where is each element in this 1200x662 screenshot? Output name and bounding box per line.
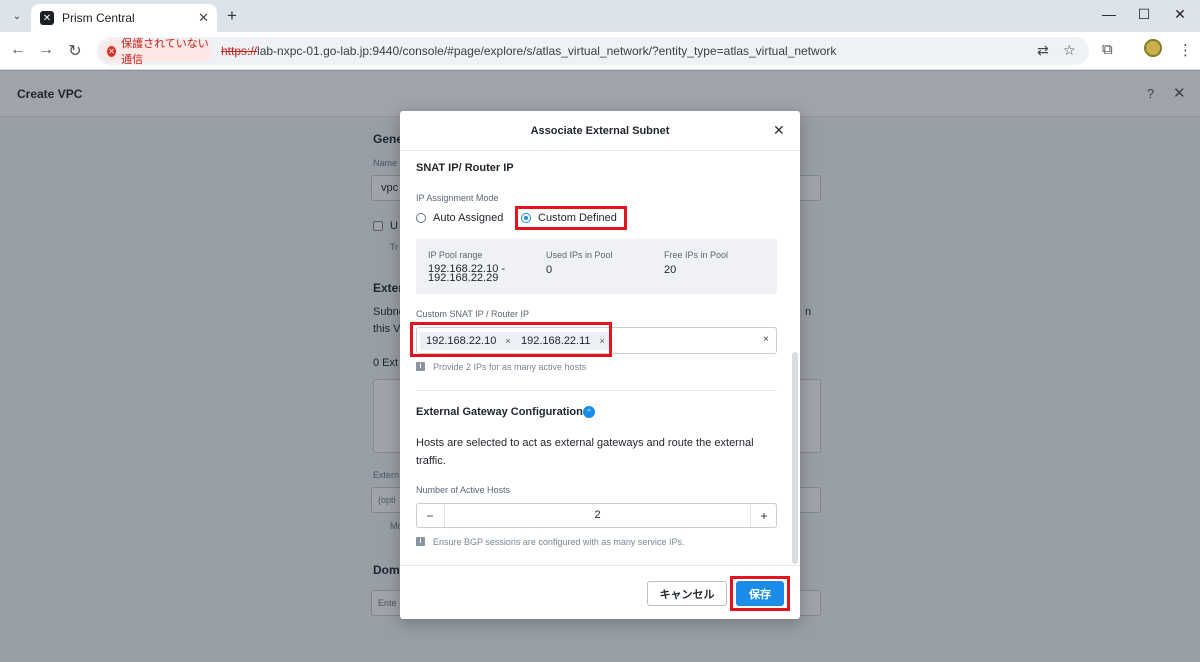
url-rest: lab-nxpc-01.go-lab.jp:9440/console/#page… — [257, 44, 837, 58]
snat-section-title: SNAT IP/ Router IP — [416, 162, 514, 174]
modal-footer: キャンセル 保存 — [400, 565, 800, 619]
custom-defined-label[interactable]: Custom Defined — [538, 212, 617, 224]
ip-pool-summary: IP Pool range 192.168.22.10 - 192.168.22… — [416, 239, 777, 294]
radio-auto-assigned[interactable] — [416, 213, 426, 223]
translate-icon[interactable]: ⇄ — [1037, 42, 1049, 59]
profile-avatar[interactable] — [1144, 39, 1162, 57]
forward-icon[interactable]: → — [36, 41, 56, 59]
ip-tags-highlight — [410, 322, 612, 357]
new-tab-icon[interactable]: + — [227, 6, 237, 26]
gateway-desc-line1: Hosts are selected to act as external ga… — [416, 437, 754, 449]
extensions-icon[interactable]: ⧉ — [1102, 41, 1113, 58]
auto-assigned-label[interactable]: Auto Assigned — [433, 212, 503, 224]
gateway-desc-line2: traffic. — [416, 455, 446, 467]
warning-icon: ✕ — [107, 45, 117, 57]
reload-icon[interactable]: ↻ — [65, 41, 85, 61]
modal-scrollbar[interactable] — [792, 352, 798, 564]
tab-title: Prism Central — [62, 11, 135, 25]
decrement-button[interactable]: − — [417, 504, 443, 527]
radio-custom-defined[interactable] — [521, 213, 531, 223]
address-bar[interactable]: ✕ 保護されていない通信 https://lab-nxpc-01.go-lab.… — [97, 37, 1089, 66]
custom-snat-label: Custom SNAT IP / Router IP — [416, 309, 530, 319]
bgp-hint: Ensure BGP sessions are configured with … — [433, 537, 685, 547]
info-icon: i — [416, 537, 425, 546]
save-button[interactable]: 保存 — [736, 581, 784, 606]
tab-close-icon[interactable]: ✕ — [198, 10, 209, 26]
modal-title: Associate External Subnet — [530, 125, 670, 137]
used-ips-value: 0 — [546, 264, 553, 276]
free-ips-label: Free IPs in Pool — [664, 250, 729, 260]
active-hosts-label: Number of Active Hosts — [416, 485, 511, 495]
ip-mode-label: IP Assignment Mode — [416, 193, 499, 203]
window-close-icon[interactable]: ✕ — [1170, 6, 1190, 23]
active-hosts-stepper: − 2 + — [416, 503, 777, 528]
url-text[interactable]: https://lab-nxpc-01.go-lab.jp:9440/conso… — [221, 44, 836, 58]
prism-favicon-icon: ✕ — [40, 11, 54, 25]
provide-ips-hint: Provide 2 IPs for as many active hosts — [433, 362, 587, 372]
info-icon: i — [416, 362, 425, 371]
associate-external-subnet-dialog: Associate External Subnet ✕ SNAT IP/ Rou… — [400, 111, 800, 619]
section-divider — [416, 390, 777, 391]
used-ips-label: Used IPs in Pool — [546, 250, 613, 260]
active-hosts-value[interactable]: 2 — [444, 504, 751, 527]
security-chip[interactable]: ✕ 保護されていない通信 — [100, 38, 212, 66]
chevron-up-icon[interactable]: ⌃ — [583, 406, 595, 418]
increment-button[interactable]: + — [751, 504, 777, 527]
minimize-icon[interactable]: — — [1099, 6, 1119, 22]
pool-range-label: IP Pool range — [428, 250, 483, 260]
menu-kebab-icon[interactable]: ⋮ — [1178, 41, 1193, 59]
browser-tab[interactable]: ✕ Prism Central ✕ — [31, 4, 217, 32]
free-ips-value: 20 — [664, 264, 677, 276]
pool-range-value-2: 192.168.22.29 — [428, 272, 499, 284]
gateway-section-title: External Gateway Configuration — [416, 406, 583, 418]
modal-header: Associate External Subnet ✕ — [400, 111, 800, 151]
url-scheme: https:// — [221, 44, 258, 58]
browser-toolbar: ← → ↻ ✕ 保護されていない通信 https://lab-nxpc-01.g… — [0, 32, 1200, 70]
maximize-icon[interactable]: ☐ — [1134, 6, 1154, 23]
security-label: 保護されていない通信 — [121, 38, 209, 66]
clear-all-icon[interactable]: × — [763, 334, 769, 345]
cancel-button[interactable]: キャンセル — [647, 581, 727, 606]
modal-close-icon[interactable]: ✕ — [773, 122, 785, 139]
back-icon[interactable]: ← — [8, 41, 28, 59]
browser-tab-strip: ⌄ ✕ Prism Central ✕ + — ☐ ✕ — [0, 0, 1200, 32]
bookmark-star-icon[interactable]: ☆ — [1063, 42, 1076, 59]
tab-search-chevron-icon[interactable]: ⌄ — [6, 6, 28, 26]
